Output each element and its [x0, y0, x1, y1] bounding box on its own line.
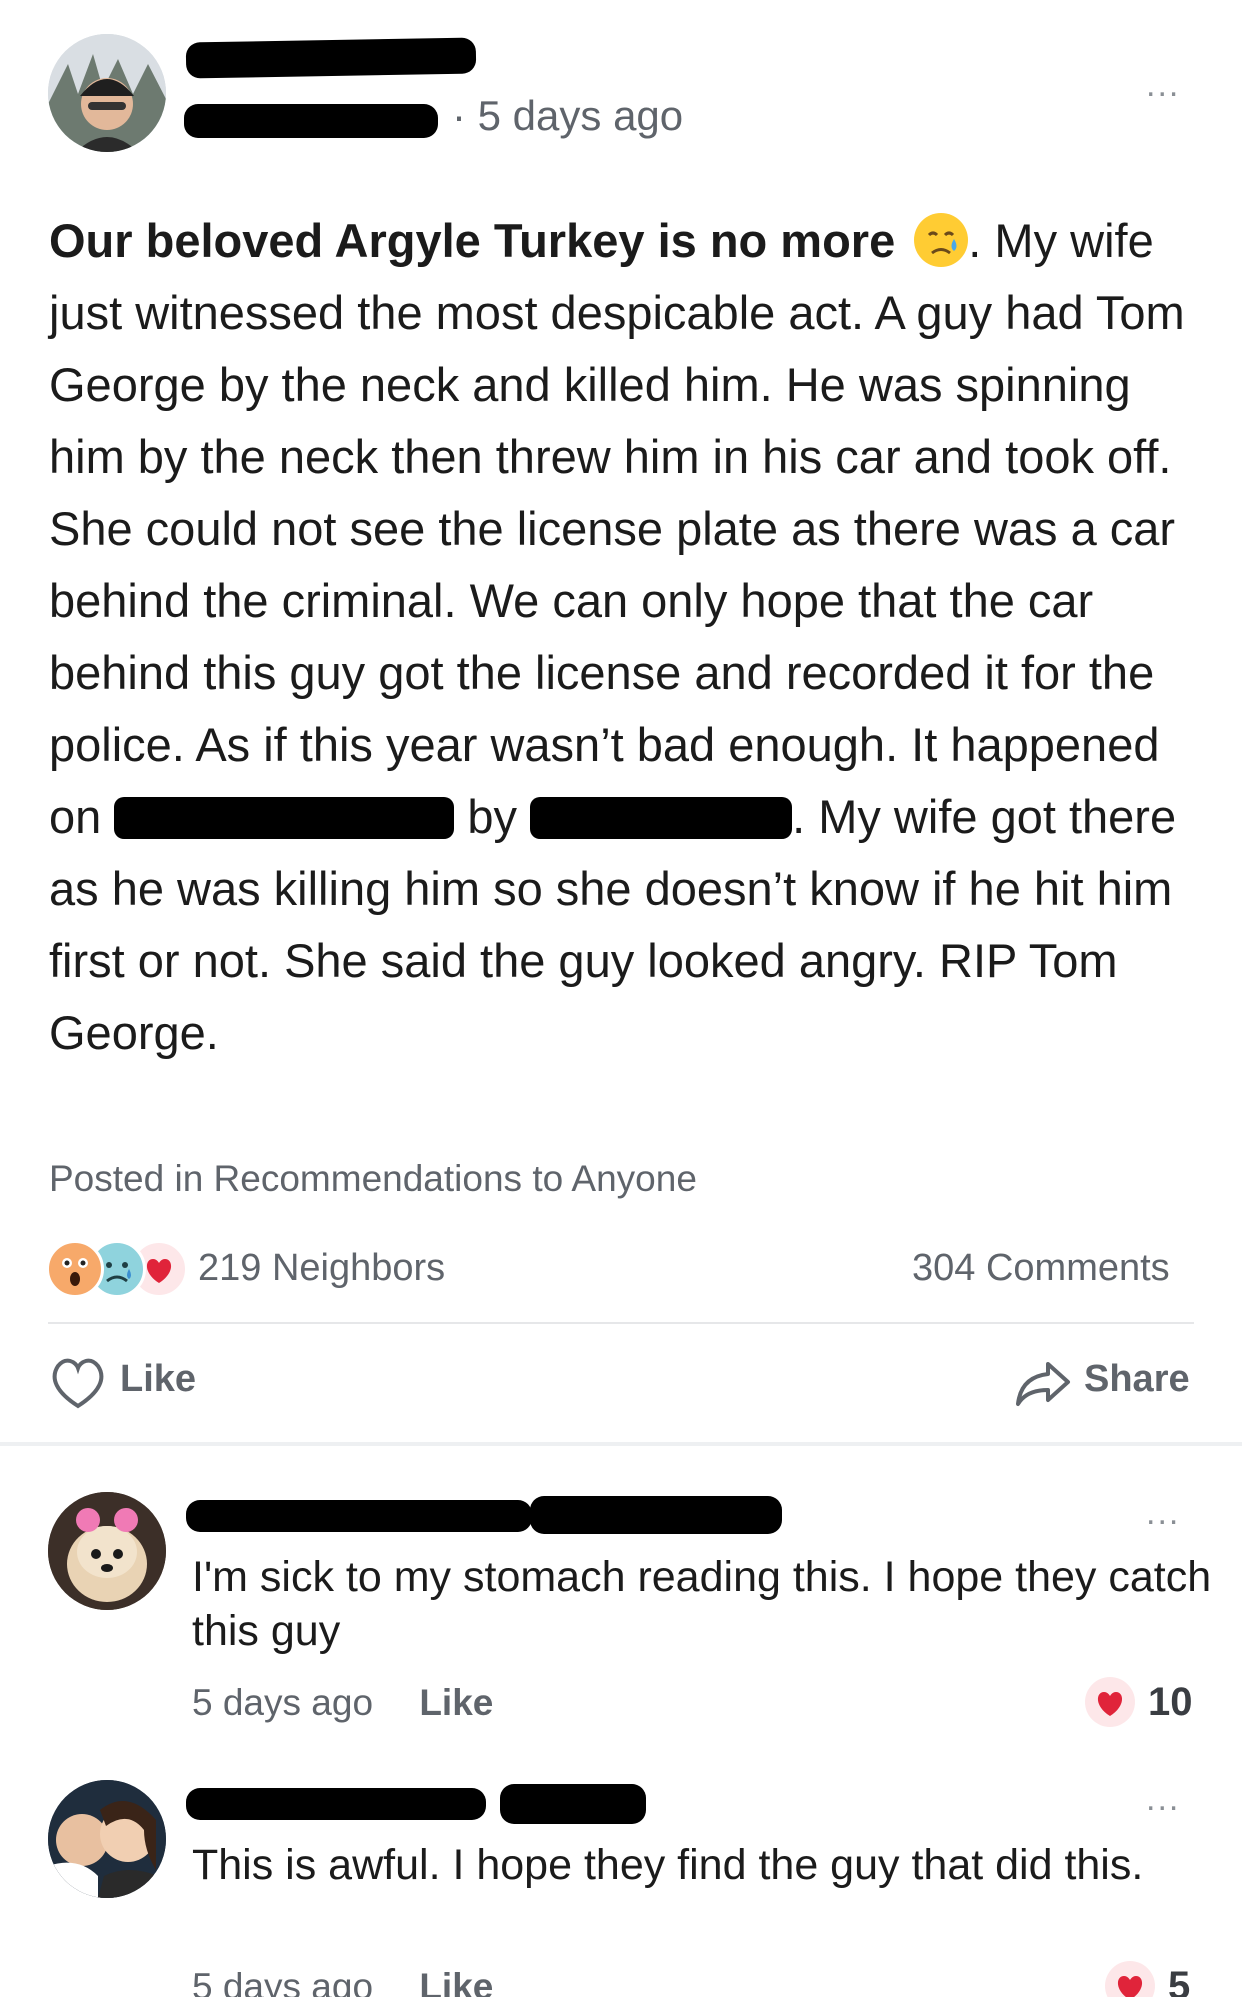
redacted-commenter-name: [186, 1500, 532, 1532]
comment-like-count: 5: [1168, 1964, 1191, 1997]
reactions-divider: [48, 1322, 1194, 1324]
share-button[interactable]: Share: [1014, 1352, 1194, 1416]
post-menu-button[interactable]: ...: [1146, 68, 1180, 102]
author-avatar[interactable]: [48, 34, 166, 152]
comment-text: This is awful. I hope they find the guy …: [192, 1841, 1144, 1889]
heart-icon: [1085, 1677, 1135, 1727]
post-page: · 5 days ago ... Our beloved Argyle Turk…: [0, 0, 1242, 1997]
post-body-text: . My wife just witnessed the most despic…: [49, 214, 1185, 843]
redacted-location: [530, 797, 793, 839]
redacted-author-name: [185, 37, 477, 79]
posted-in-label[interactable]: Posted in Recommendations to Anyone: [49, 1158, 697, 1200]
more-dots-icon: ...: [1146, 1780, 1181, 1818]
post-timestamp-text: 5 days ago: [477, 92, 684, 139]
redacted-commenter-location: [500, 1784, 646, 1824]
commenter-avatar-image: [48, 1492, 166, 1610]
like-label: Like: [120, 1358, 197, 1400]
commenter-avatar[interactable]: [48, 1780, 166, 1898]
comment-like-button[interactable]: Like: [419, 1682, 493, 1723]
comment-menu-button[interactable]: ...: [1146, 1496, 1180, 1530]
redacted-street: [114, 797, 455, 839]
post-body-by: by: [467, 790, 518, 843]
post-timestamp: · 5 days ago: [452, 92, 683, 140]
comment-timestamp: 5 days ago: [192, 1966, 374, 1997]
redacted-commenter-location: [530, 1496, 782, 1534]
author-avatar-image: [48, 34, 166, 152]
comment-like-count: 10: [1148, 1680, 1193, 1724]
post-body: Our beloved Argyle Turkey is no more . M…: [49, 205, 1199, 1069]
comment-meta: 5 days ago Like: [192, 1682, 493, 1724]
post-title: Our beloved Argyle Turkey is no more: [49, 214, 896, 267]
commenter-avatar[interactable]: [48, 1492, 166, 1610]
section-divider: [0, 1442, 1242, 1446]
redacted-neighborhood: [184, 104, 438, 138]
comments-count[interactable]: 304 Comments: [912, 1247, 1170, 1290]
wow-emoji-icon: [46, 1240, 104, 1298]
more-dots-icon: ...: [1146, 66, 1181, 104]
share-label: Share: [1084, 1358, 1190, 1400]
reactions-count: 219 Neighbors: [198, 1247, 446, 1289]
timestamp-separator: ·: [452, 92, 478, 139]
comment-text: I'm sick to my stomach reading this. I h…: [192, 1553, 1212, 1655]
comment-menu-button[interactable]: ...: [1146, 1782, 1180, 1816]
comment-like-button[interactable]: Like: [419, 1966, 493, 1997]
share-arrow-icon: [1016, 1362, 1070, 1406]
more-dots-icon: ...: [1146, 1494, 1181, 1532]
like-button[interactable]: Like: [48, 1352, 248, 1416]
comment-timestamp: 5 days ago: [192, 1682, 374, 1723]
heart-icon: [1105, 1961, 1155, 1997]
redacted-commenter-name: [186, 1788, 486, 1820]
comment-meta: 5 days ago Like: [192, 1966, 493, 1997]
crying-face-emoji-icon: [914, 213, 969, 267]
heart-outline-icon: [52, 1358, 104, 1409]
commenter-avatar-image: [48, 1780, 166, 1898]
